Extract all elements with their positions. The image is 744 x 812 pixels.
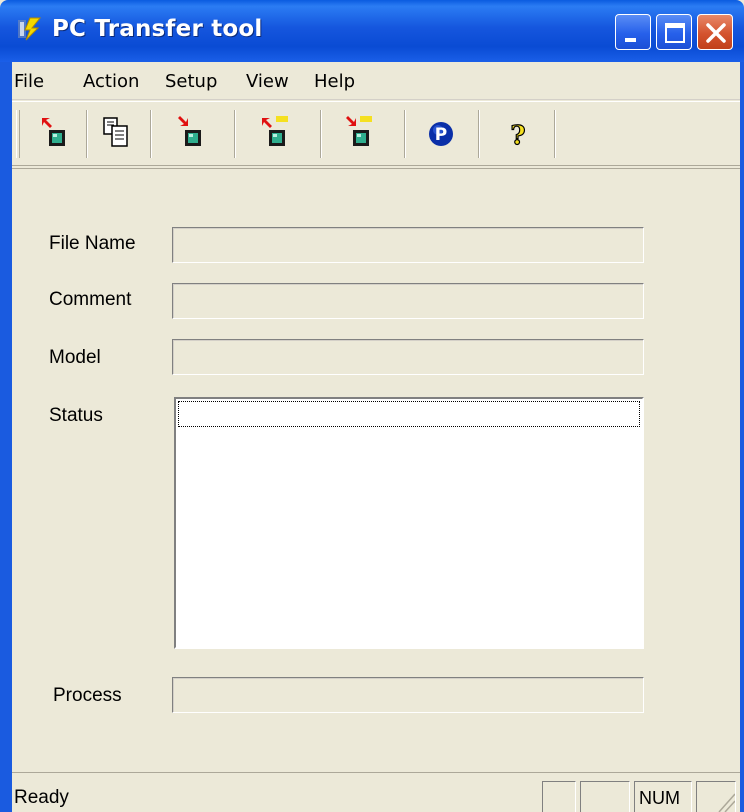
num-lock-indicator: NUM xyxy=(639,788,680,808)
title-bar[interactable]: PC Transfer tool xyxy=(0,0,744,62)
svg-text:?: ? xyxy=(510,121,525,151)
app-window: PC Transfer tool File Action Setup View … xyxy=(0,0,744,812)
status-pane-num: NUM xyxy=(634,781,692,812)
model-label: Model xyxy=(49,347,101,368)
menu-file[interactable]: File xyxy=(14,71,44,92)
main-panel: File Name Comment Model Status Process xyxy=(12,168,740,768)
toolbar-separator xyxy=(554,110,556,158)
send-all-to-device-icon xyxy=(262,116,288,146)
model-field xyxy=(172,339,644,375)
window-title: PC Transfer tool xyxy=(52,16,263,42)
help-button[interactable]: ? xyxy=(496,112,542,156)
file-name-label: File Name xyxy=(49,233,136,254)
toolbar-separator xyxy=(86,110,88,158)
maximize-icon xyxy=(665,23,685,43)
toolbar-grip[interactable] xyxy=(16,110,20,158)
status-bar: Ready NUM xyxy=(12,772,740,812)
copy-button[interactable] xyxy=(94,112,140,156)
status-list[interactable] xyxy=(174,397,644,649)
process-label: Process xyxy=(53,685,122,706)
menu-bar: File Action Setup View Help xyxy=(12,62,740,100)
toolbar-separator xyxy=(234,110,236,158)
minimize-icon xyxy=(625,38,636,42)
program-p-icon: P xyxy=(429,122,453,146)
svg-text:P: P xyxy=(435,125,447,145)
receive-from-device-button[interactable] xyxy=(168,112,214,156)
send-all-to-device-button[interactable] xyxy=(252,112,298,156)
status-pane-caps xyxy=(542,781,576,812)
copy-icon xyxy=(103,117,128,147)
status-pane-scroll xyxy=(696,781,736,812)
receive-from-device-icon xyxy=(178,116,201,146)
send-to-device-icon xyxy=(42,118,65,146)
app-icon xyxy=(18,17,42,41)
menu-help[interactable]: Help xyxy=(314,71,355,92)
status-list-focus-row[interactable] xyxy=(178,401,640,427)
comment-label: Comment xyxy=(49,289,132,310)
menu-view[interactable]: View xyxy=(246,71,289,92)
status-pane-empty xyxy=(580,781,630,812)
toolbar-separator xyxy=(478,110,480,158)
send-to-device-button[interactable] xyxy=(32,112,78,156)
process-field xyxy=(172,677,644,713)
resize-grip-icon[interactable] xyxy=(697,782,735,812)
window-frame-left xyxy=(0,62,12,812)
receive-all-from-device-button[interactable] xyxy=(336,112,382,156)
status-label: Status xyxy=(49,405,103,426)
status-text: Ready xyxy=(14,787,69,808)
menu-action[interactable]: Action xyxy=(83,71,139,92)
minimize-button[interactable] xyxy=(615,14,651,50)
window-frame-right xyxy=(740,62,744,812)
toolbar-separator xyxy=(404,110,406,158)
toolbar-separator xyxy=(320,110,322,158)
maximize-button[interactable] xyxy=(656,14,692,50)
file-name-field xyxy=(172,227,644,263)
close-icon xyxy=(706,23,726,43)
menu-setup[interactable]: Setup xyxy=(165,71,217,92)
help-question-icon: ? xyxy=(510,120,526,151)
close-button[interactable] xyxy=(697,14,733,50)
program-button[interactable]: P xyxy=(418,112,464,156)
toolbar-separator xyxy=(150,110,152,158)
comment-field xyxy=(172,283,644,319)
receive-all-from-device-icon xyxy=(346,116,372,146)
toolbar: P ? xyxy=(12,101,740,166)
